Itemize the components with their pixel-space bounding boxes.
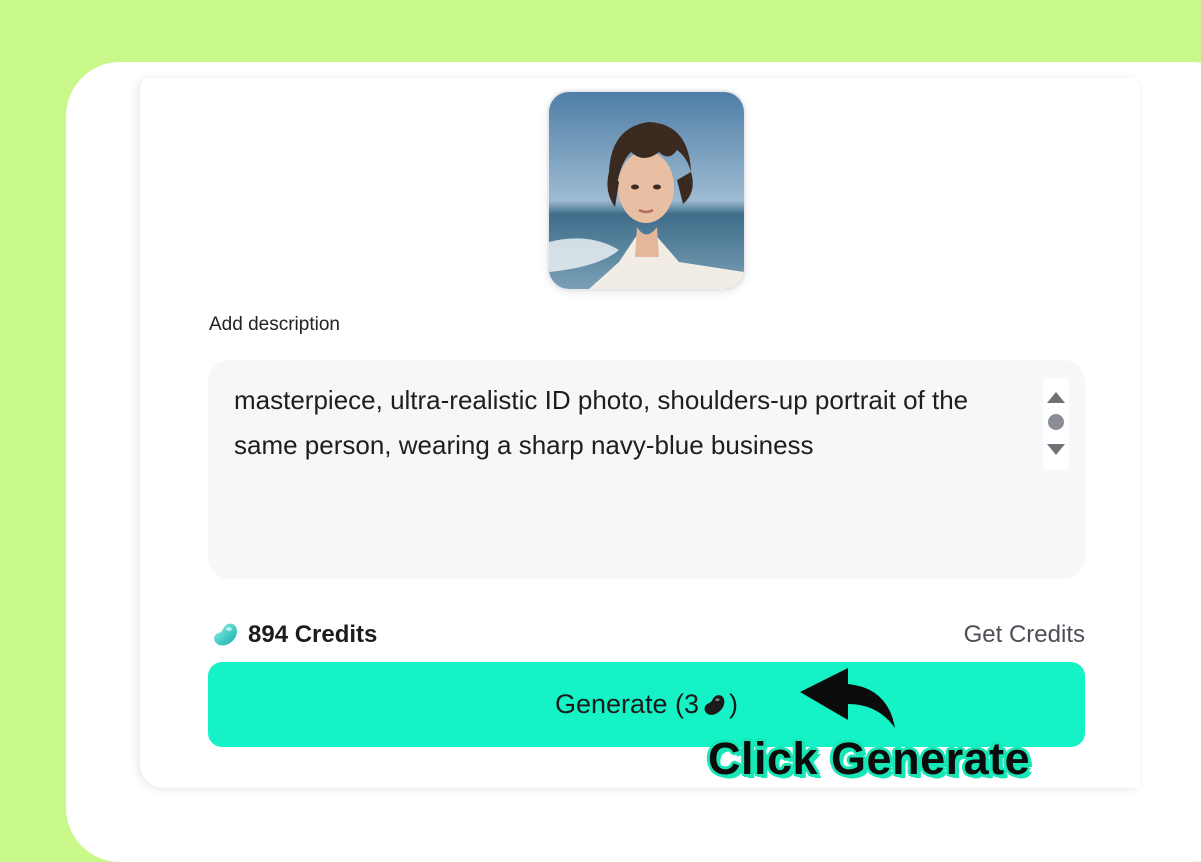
bean-icon xyxy=(704,694,725,715)
scroll-up-icon[interactable] xyxy=(1047,392,1065,403)
get-credits-link[interactable]: Get Credits xyxy=(964,621,1085,649)
generate-label: Generate (3 xyxy=(554,689,700,719)
credits-amount: 894 Credits xyxy=(248,621,378,648)
description-label: Add description xyxy=(209,314,340,335)
portrait-image xyxy=(549,92,744,289)
scroll-thumb[interactable] xyxy=(1048,414,1064,430)
credits-balance: 894 Credits xyxy=(210,617,377,653)
description-text[interactable]: masterpiece, ultra-realistic ID photo, s… xyxy=(234,378,1024,468)
curved-arrow-icon xyxy=(800,668,895,728)
scroll-down-icon[interactable] xyxy=(1047,444,1065,455)
avatar-preview[interactable] xyxy=(547,90,746,291)
textarea-scrollbar[interactable] xyxy=(1043,378,1069,470)
bean-icon xyxy=(214,623,238,646)
generate-label-suffix: ) xyxy=(729,689,739,719)
click-generate-annotation: Click Generate xyxy=(708,733,1031,784)
